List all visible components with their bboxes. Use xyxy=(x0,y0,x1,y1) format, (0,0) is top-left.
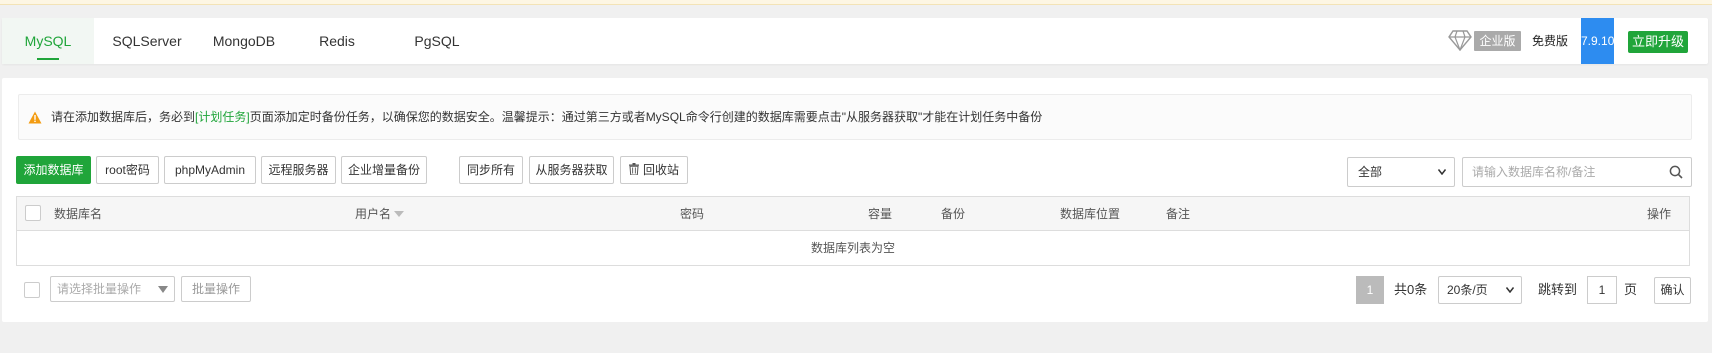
pagination-total: 共0条 xyxy=(1394,282,1428,297)
warning-icon xyxy=(28,111,42,124)
table-header: 数据库名 用户名 密码 容量 备份 数据库位置 备注 操作 xyxy=(17,197,1689,231)
version-badge[interactable]: 7.9.10 xyxy=(1581,18,1614,64)
col-action: 操作 xyxy=(1647,207,1672,221)
upgrade-button[interactable]: 立即升级 xyxy=(1628,31,1688,53)
category-filter-select[interactable]: 全部 xyxy=(1347,157,1455,187)
recycle-bin-button[interactable]: 回收站 xyxy=(620,156,688,184)
col-note: 备注 xyxy=(1166,207,1191,221)
free-edition-label: 免费版 xyxy=(1532,34,1569,48)
tab-mongodb[interactable]: MongoDB xyxy=(202,18,286,64)
tab-pgsql[interactable]: PgSQL xyxy=(402,18,472,64)
phpmyadmin-button[interactable]: phpMyAdmin xyxy=(164,156,256,184)
jump-to-label: 跳转到 xyxy=(1538,282,1578,297)
category-filter-value: 全部 xyxy=(1358,165,1383,179)
chevron-down-icon xyxy=(1438,169,1446,175)
alert-text-before: 请在添加数据库后，务必到 xyxy=(51,110,196,124)
database-search-input[interactable]: 请输入数据库名称/备注 xyxy=(1462,157,1692,187)
db-type-tabbar: MySQL SQLServer MongoDB Redis PgSQL 企业版 … xyxy=(2,18,1708,64)
col-username[interactable]: 用户名 xyxy=(355,197,405,231)
recycle-bin-label: 回收站 xyxy=(642,163,679,177)
tab-label: SQLServer xyxy=(112,33,182,49)
root-password-button[interactable]: root密码 xyxy=(96,156,159,184)
database-table: 数据库名 用户名 密码 容量 备份 数据库位置 备注 操作 数据库列表为空 xyxy=(16,196,1690,266)
col-backup: 备份 xyxy=(941,207,966,221)
tab-label: MySQL xyxy=(24,33,72,49)
confirm-jump-button[interactable]: 确认 xyxy=(1654,277,1691,304)
tab-label: MongoDB xyxy=(212,33,276,49)
warning-alert: 请在添加数据库后，务必到[计划任务]页面添加定时备份任务，以确保您的数据安全。温… xyxy=(18,94,1692,140)
sort-icon[interactable] xyxy=(394,211,405,217)
cron-task-link[interactable]: [计划任务] xyxy=(195,110,250,124)
tab-label: PgSQL xyxy=(414,33,460,49)
remote-server-button[interactable]: 远程服务器 xyxy=(261,156,336,184)
sync-all-button[interactable]: 同步所有 xyxy=(459,156,523,184)
chevron-down-icon xyxy=(1506,287,1514,293)
batch-operation-button[interactable]: 批量操作 xyxy=(181,276,251,302)
tab-redis[interactable]: Redis xyxy=(302,18,372,64)
jump-page-input[interactable]: 1 xyxy=(1587,276,1617,304)
page-size-select[interactable]: 20条/页 xyxy=(1438,276,1522,304)
tab-mysql[interactable]: MySQL xyxy=(2,18,94,64)
footer-select-all-checkbox[interactable] xyxy=(24,282,40,298)
trash-icon xyxy=(628,163,639,175)
search-placeholder: 请输入数据库名称/备注 xyxy=(1472,165,1596,179)
caret-down-icon xyxy=(158,286,168,293)
page-unit-label: 页 xyxy=(1624,282,1638,297)
enterprise-badge[interactable]: 企业版 xyxy=(1474,31,1521,51)
batch-operation-placeholder: 请选择批量操作 xyxy=(57,282,142,296)
pagination-current-page[interactable]: 1 xyxy=(1356,276,1384,304)
col-db-location: 数据库位置 xyxy=(1060,207,1121,221)
enterprise-incremental-backup-button[interactable]: 企业增量备份 xyxy=(341,156,427,184)
alert-text-after: 页面添加定时备份任务，以确保您的数据安全。温馨提示：通过第三方或者MySQL命令… xyxy=(249,110,1043,124)
col-username-label: 用户名 xyxy=(355,207,392,221)
add-database-button[interactable]: 添加数据库 xyxy=(16,156,91,184)
tab-label: Redis xyxy=(319,33,355,49)
select-all-checkbox[interactable] xyxy=(25,205,41,221)
active-tab-indicator xyxy=(37,58,59,60)
col-password: 密码 xyxy=(680,207,705,221)
empty-table-message: 数据库列表为空 xyxy=(810,241,895,255)
batch-operation-select[interactable]: 请选择批量操作 xyxy=(50,276,175,302)
search-icon[interactable] xyxy=(1669,165,1683,179)
fetch-from-server-button[interactable]: 从服务器获取 xyxy=(529,156,614,184)
page-size-value: 20条/页 xyxy=(1447,283,1488,297)
top-notice-strip xyxy=(0,0,1712,5)
col-database-name: 数据库名 xyxy=(54,207,103,221)
diamond-icon xyxy=(1448,30,1472,51)
col-capacity: 容量 xyxy=(868,207,893,221)
tab-sqlserver[interactable]: SQLServer xyxy=(102,18,192,64)
